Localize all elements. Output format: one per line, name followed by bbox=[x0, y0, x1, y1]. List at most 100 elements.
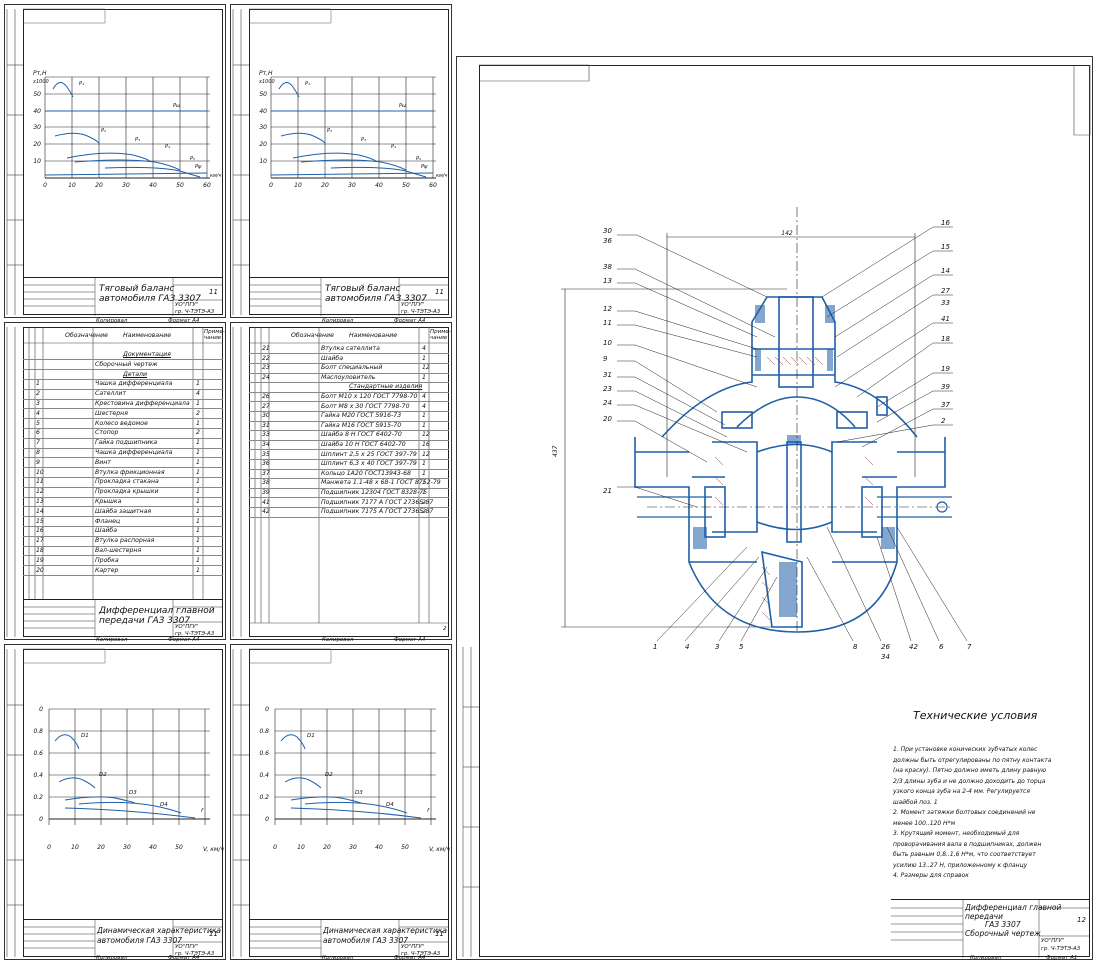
spec-quantity: 1 bbox=[196, 478, 200, 486]
spec-position: 1 bbox=[36, 380, 40, 388]
spec-name: Стопор bbox=[95, 429, 119, 437]
callout-39: 39 bbox=[941, 383, 950, 391]
y-tick: 0 bbox=[39, 706, 43, 713]
spec-row: 16 Шайба 1 bbox=[23, 527, 223, 537]
spec-row: 35 Шплинт 2,5 х 25 ГОСТ 397-79 12 bbox=[249, 451, 449, 460]
spec-name: Крышка bbox=[95, 498, 122, 505]
spec-quantity: 1 bbox=[196, 400, 200, 407]
callout-33: 33 bbox=[941, 299, 950, 307]
x-tick: 60 bbox=[429, 182, 437, 189]
y-tick: 0 bbox=[39, 816, 43, 823]
spec-name: Детали bbox=[123, 370, 148, 378]
y-tick: 0.4 bbox=[33, 772, 43, 779]
spec-row: 26 Болт М10 х 120 ГОСТ 7798-70 4 bbox=[249, 393, 449, 403]
drawing-title: Тяговый баланс автомобиля ГАЗ 3307 bbox=[99, 284, 201, 304]
spec-quantity: 1 bbox=[196, 419, 200, 427]
y-axis-label: Pт,Н bbox=[259, 70, 273, 77]
spec-quantity: 4 bbox=[422, 402, 426, 410]
spec-position: 14 bbox=[36, 507, 44, 515]
callout-6: 6 bbox=[939, 643, 944, 651]
spec-name: Картер bbox=[95, 566, 119, 574]
organization: УО"ПГУ" bbox=[401, 944, 425, 950]
title-block: Тяговый баланс автомобиля ГАЗ 3307 11 УО"… bbox=[249, 277, 449, 316]
spec-name: Фланец bbox=[95, 517, 121, 525]
spec-quantity: 12 bbox=[422, 364, 430, 372]
spec-quantity: 1 bbox=[196, 439, 200, 447]
y-tick: 0.2 bbox=[33, 794, 43, 801]
spec-name: Прокладка крышки bbox=[95, 488, 159, 496]
organization: УО"ПГУ" bbox=[1041, 938, 1065, 944]
spec-row: 31 Гайка М16 ГОСТ 5915-70 1 bbox=[249, 422, 449, 432]
spec-name: Винт bbox=[95, 458, 111, 466]
title-block: Динамическая характеристика автомобиля ГА… bbox=[23, 919, 223, 958]
spec-position: 23 bbox=[262, 364, 270, 372]
header-note: Приме-чание bbox=[430, 329, 451, 341]
spec-quantity: 1 bbox=[422, 489, 426, 496]
x-tick: 0 bbox=[43, 182, 47, 189]
x-tick: 50 bbox=[175, 844, 183, 851]
spec-row: 12 Прокладка крышки 1 bbox=[23, 488, 223, 498]
copied-label: Копировал bbox=[322, 637, 354, 643]
y-tick: 20 bbox=[33, 141, 41, 148]
curve-label: D3 bbox=[129, 790, 137, 796]
spec-row: 38 Манжета 1.1-48 х 68-1 ГОСТ 8752-79 1 bbox=[249, 479, 449, 489]
y-tick: 0.4 bbox=[259, 772, 269, 779]
spec-position: 21 bbox=[262, 345, 270, 352]
spec-position: 38 bbox=[262, 479, 270, 487]
spec-row: 1 Чашка дифференциала 1 bbox=[23, 380, 223, 390]
spec-row: 13 Крышка 1 bbox=[23, 498, 223, 508]
sheet-number: 2 bbox=[443, 626, 447, 632]
spec-name: Шайба bbox=[95, 527, 118, 535]
curve-label: Pψ bbox=[195, 164, 202, 170]
curve-label: Pψ bbox=[421, 164, 428, 170]
callout-27: 27 bbox=[941, 287, 950, 295]
spec-quantity: 1 bbox=[196, 547, 200, 554]
curve-label: D2 bbox=[325, 772, 333, 778]
x-axis-unit: V, км/ч bbox=[203, 846, 224, 853]
spec-quantity: 2 bbox=[422, 508, 426, 516]
spec-row: 3 Крестовина дифференциала 1 bbox=[23, 400, 223, 410]
y-tick: 0.8 bbox=[33, 728, 43, 735]
x-tick: 60 bbox=[203, 182, 211, 189]
callout-12: 12 bbox=[603, 305, 612, 313]
technical-conditions-title: Технические условия bbox=[913, 709, 1038, 722]
dynamic-chart-1: 0 0.8 0.6 0.4 0.2 0 0 10 20 30 40 50 V, … bbox=[6, 648, 224, 957]
spec-row: 22 Шайба 1 bbox=[249, 355, 449, 364]
spec-name: Сборочный чертеж bbox=[95, 360, 158, 368]
sheet-traction-balance-2: 50 40 30 20 10 0 10 20 30 40 50 60 Pт,Н … bbox=[230, 4, 452, 318]
spec-row: 39 Подшипник 12304 ГОСТ 8328-75 1 bbox=[249, 489, 449, 499]
spec-quantity: 16 bbox=[422, 441, 430, 448]
condition-line: проворачивания вала в подшипниках, долже… bbox=[893, 840, 1042, 848]
spec-position: 11 bbox=[36, 478, 44, 486]
spec-position: 33 bbox=[262, 431, 270, 439]
condition-line: усилию 13..27 Н, приложенному к фланцу bbox=[893, 861, 1028, 869]
organization: УО"ПГУ" bbox=[175, 944, 199, 950]
sheet-number: 11 bbox=[435, 288, 444, 296]
spec-name: Чашка дифференциала bbox=[95, 449, 173, 456]
y-tick: 50 bbox=[259, 91, 267, 98]
condition-line: (на краску). Пятно должно иметь длину ра… bbox=[893, 767, 1047, 774]
curve-label: P₄ bbox=[165, 144, 170, 150]
spec-name: Шайба 8 Н ГОСТ 6402-70 bbox=[321, 431, 402, 439]
spec-row: 18 Вал-шестерня 1 bbox=[23, 547, 223, 557]
spec-quantity: 1 bbox=[196, 517, 200, 525]
spec-row: 41 Подшипник 7177 А ГОСТ 27365-87 2 bbox=[249, 499, 449, 508]
spec-quantity: 1 bbox=[422, 354, 426, 362]
copied-label: Копировал bbox=[96, 637, 128, 643]
spec-position: 5 bbox=[36, 419, 40, 427]
curve-label: P₂ bbox=[101, 128, 106, 134]
callout-30: 30 bbox=[603, 227, 612, 235]
curve-label: P₄ bbox=[391, 144, 396, 150]
sheet-number: 12 bbox=[1077, 916, 1086, 924]
spec-position: 22 bbox=[262, 354, 270, 362]
spec-row: 17 Втулка распорная 1 bbox=[23, 537, 223, 547]
spec-position: 9 bbox=[36, 458, 40, 466]
drawing-title: Динамическая характеристика автомобиля ГА… bbox=[323, 926, 447, 945]
condition-line: узкого конца зуба на 2-4 мм. Регулируетс… bbox=[893, 788, 1030, 795]
drawing-title: Динамическая характеристика автомобиля ГА… bbox=[97, 926, 221, 945]
x-tick: 30 bbox=[348, 182, 356, 189]
y-axis-label: Pт,Н bbox=[33, 70, 47, 77]
callout-15: 15 bbox=[941, 243, 950, 251]
curve-label: P₃ bbox=[361, 137, 366, 143]
spec-quantity: 1 bbox=[196, 488, 200, 496]
